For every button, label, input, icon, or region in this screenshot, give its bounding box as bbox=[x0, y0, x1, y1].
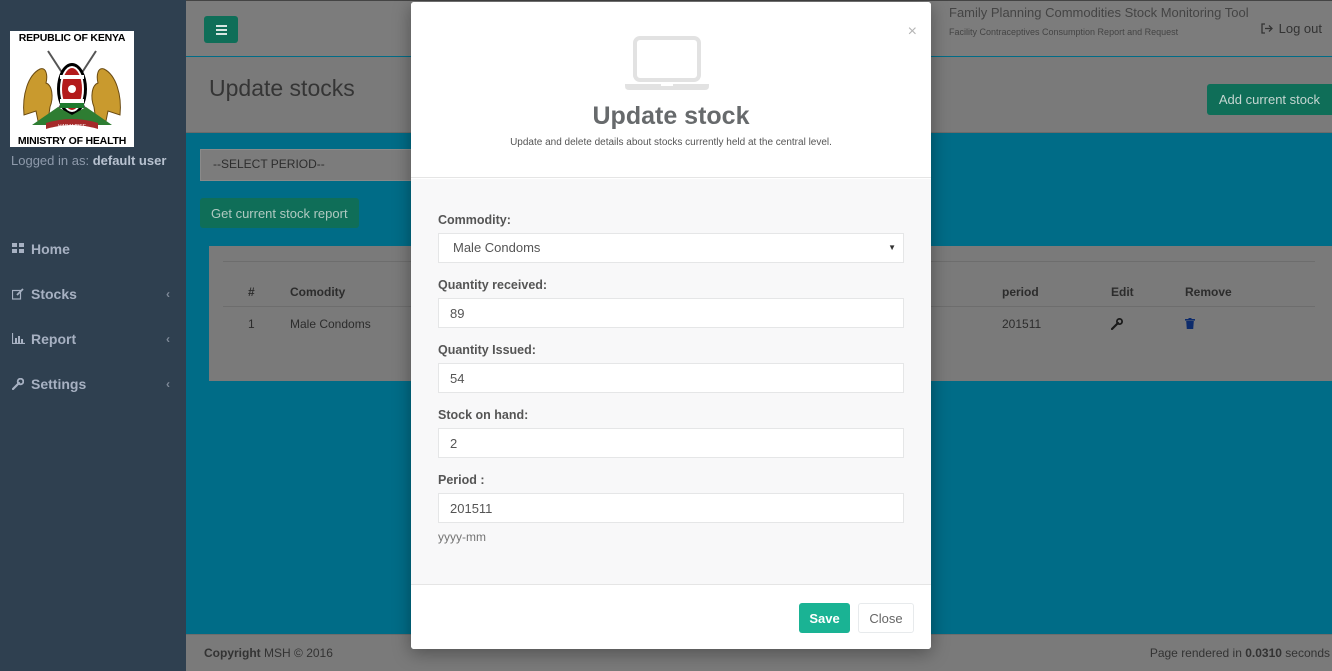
logo-top-text: REPUBLIC OF KENYA bbox=[18, 32, 126, 44]
sidebar-nav: Home Stocks ‹ Report ‹ Settings ‹ bbox=[0, 226, 186, 406]
menu-toggle-button[interactable] bbox=[204, 16, 238, 43]
render-suffix: seconds bbox=[1285, 646, 1330, 660]
app-subtitle: Facility Contraceptives Consumption Repo… bbox=[949, 27, 1179, 37]
laptop-icon bbox=[625, 36, 709, 90]
table-cell-period: 201511 bbox=[1002, 317, 1042, 331]
wrench-icon bbox=[11, 377, 25, 390]
edit-icon bbox=[11, 287, 25, 300]
logout-link[interactable]: Log out bbox=[1260, 21, 1322, 36]
edit-wrench-icon[interactable] bbox=[1110, 318, 1123, 333]
coat-of-arms-icon: HARAMBEE bbox=[18, 45, 126, 133]
commodity-label: Commodity: bbox=[438, 213, 511, 227]
qty-received-input[interactable] bbox=[438, 298, 904, 328]
sidebar-item-settings[interactable]: Settings ‹ bbox=[0, 361, 186, 406]
period-help-text: yyyy-mm bbox=[438, 530, 486, 544]
logout-label: Log out bbox=[1278, 21, 1322, 36]
modal-description: Update and delete details about stocks c… bbox=[510, 137, 832, 148]
app-title: Family Planning Commodities Stock Monito… bbox=[949, 5, 1249, 20]
sign-out-icon bbox=[1260, 23, 1273, 34]
modal-footer: Save Close bbox=[411, 584, 931, 649]
close-button[interactable]: Close bbox=[858, 603, 914, 633]
add-current-stock-button[interactable]: Add current stock bbox=[1206, 84, 1332, 115]
qty-issued-label: Quantity Issued: bbox=[438, 343, 536, 357]
copyright: Copyright MSH © 2016 bbox=[204, 646, 333, 660]
kenya-coat-of-arms-logo: REPUBLIC OF KENYA HARAMBEE MINISTRY OF H… bbox=[10, 31, 134, 147]
table-header-num: # bbox=[248, 285, 255, 299]
logged-in-prefix: Logged in as: bbox=[11, 153, 90, 168]
render-time: Page rendered in 0.0310 seconds bbox=[1150, 646, 1330, 660]
period-label: Period : bbox=[438, 473, 485, 487]
logged-in-user: default user bbox=[92, 153, 167, 168]
modal-close-icon[interactable]: × bbox=[908, 24, 917, 40]
logged-in-info: Logged in as: default user bbox=[11, 152, 181, 170]
page-title: Update stocks bbox=[209, 75, 355, 101]
period-select[interactable]: --SELECT PERIOD-- bbox=[200, 149, 420, 181]
table-header-commodity: Comodity bbox=[290, 285, 346, 299]
sidebar-item-label: Home bbox=[31, 240, 70, 257]
svg-text:HARAMBEE: HARAMBEE bbox=[58, 124, 87, 130]
chevron-left-icon: ‹ bbox=[166, 286, 170, 301]
period-input[interactable] bbox=[438, 493, 904, 523]
commodity-select[interactable]: Male Condoms ▼ bbox=[438, 233, 904, 263]
update-stock-modal: × Update stock Update and delete details… bbox=[411, 2, 931, 649]
modal-body: Commodity: Male Condoms ▼ Quantity recei… bbox=[411, 179, 931, 584]
sidebar-item-stocks[interactable]: Stocks ‹ bbox=[0, 271, 186, 316]
table-header-period: period bbox=[1002, 285, 1039, 299]
sidebar-item-report[interactable]: Report ‹ bbox=[0, 316, 186, 361]
get-stock-report-button[interactable]: Get current stock report bbox=[200, 198, 359, 228]
table-header-edit: Edit bbox=[1111, 285, 1134, 299]
render-prefix: Page rendered in bbox=[1149, 646, 1242, 660]
render-time-value: 0.0310 bbox=[1245, 646, 1282, 660]
table-header-remove: Remove bbox=[1185, 285, 1232, 299]
commodity-select-value: Male Condoms bbox=[453, 240, 541, 255]
grid-icon bbox=[11, 243, 25, 255]
stock-on-hand-input[interactable] bbox=[438, 428, 904, 458]
qty-received-label: Quantity received: bbox=[438, 278, 548, 292]
hamburger-icon bbox=[215, 24, 227, 27]
modal-title: Update stock bbox=[592, 102, 750, 130]
caret-down-icon: ▼ bbox=[888, 243, 896, 252]
sidebar-item-home[interactable]: Home bbox=[0, 226, 186, 271]
logo-bottom-text: MINISTRY OF HEALTH bbox=[17, 135, 127, 147]
chevron-left-icon: ‹ bbox=[166, 331, 170, 346]
delete-trash-icon[interactable] bbox=[1185, 318, 1195, 332]
sidebar: REPUBLIC OF KENYA HARAMBEE MINISTRY OF H… bbox=[0, 0, 186, 671]
qty-issued-input[interactable] bbox=[438, 363, 904, 393]
copyright-bold: Copyright bbox=[204, 646, 261, 660]
modal-header: × Update stock Update and delete details… bbox=[411, 2, 931, 178]
chevron-left-icon: ‹ bbox=[166, 376, 170, 391]
bar-chart-icon bbox=[11, 333, 25, 345]
save-button[interactable]: Save bbox=[799, 603, 850, 633]
table-cell-num: 1 bbox=[248, 317, 255, 331]
table-cell-commodity: Male Condoms bbox=[290, 317, 371, 331]
copyright-text: MSH © 2016 bbox=[264, 646, 333, 660]
sidebar-item-label: Stocks bbox=[31, 285, 77, 302]
sidebar-item-label: Settings bbox=[31, 375, 87, 392]
sidebar-item-label: Report bbox=[31, 330, 77, 347]
stock-on-hand-label: Stock on hand: bbox=[438, 408, 529, 422]
